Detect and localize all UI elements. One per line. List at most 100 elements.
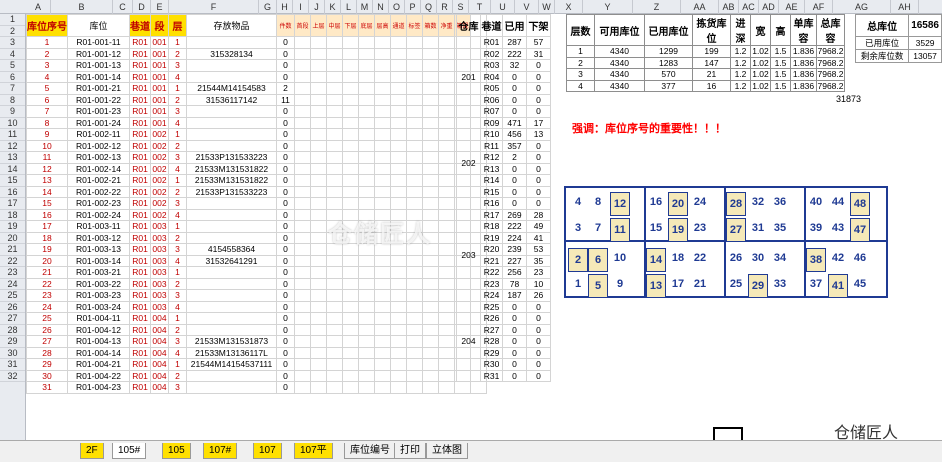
slot-item-cell[interactable]: [186, 266, 277, 279]
row-header[interactable]: 8: [0, 95, 25, 106]
slot-flag-cell[interactable]: [438, 174, 455, 187]
slot-flag-cell[interactable]: [438, 312, 455, 325]
slot-flag-cell[interactable]: [310, 82, 327, 95]
slot-section-cell[interactable]: 003: [150, 289, 169, 302]
row-header[interactable]: 16: [0, 187, 25, 198]
lane-down-cell[interactable]: 23: [526, 266, 551, 279]
row-header[interactable]: 2: [0, 26, 25, 37]
lane-down-cell[interactable]: 0: [526, 105, 551, 118]
slot-flag-cell[interactable]: [438, 381, 455, 394]
lane-used-cell[interactable]: 239: [502, 243, 527, 256]
slot-seq-cell[interactable]: 28: [26, 346, 68, 359]
slot-flag-cell[interactable]: [374, 70, 391, 83]
slot-flag-cell[interactable]: [438, 208, 455, 221]
slot-flag-cell[interactable]: [390, 197, 407, 210]
lane-used-cell[interactable]: 78: [502, 277, 527, 290]
slot-location-cell[interactable]: R01-003-23: [67, 289, 130, 302]
slot-flag-cell[interactable]: [422, 185, 439, 198]
slot-level-cell[interactable]: 2: [168, 369, 187, 382]
slot-flag-cell[interactable]: [326, 358, 343, 371]
slot-flag-cell[interactable]: [438, 82, 455, 95]
slot-flag-cell[interactable]: [342, 162, 359, 175]
slot-flag-cell[interactable]: [342, 312, 359, 325]
slot-flag-cell[interactable]: [422, 335, 439, 348]
slot-flag-cell[interactable]: [326, 381, 343, 394]
slot-flag-cell[interactable]: [326, 162, 343, 175]
slot-flag-cell[interactable]: [342, 323, 359, 336]
warehouse-cell[interactable]: 204: [456, 300, 481, 382]
slot-flag-cell[interactable]: [438, 243, 455, 256]
slot-seq-cell[interactable]: 16: [26, 208, 68, 221]
slot-qty-cell[interactable]: 11: [276, 93, 295, 106]
slot-flag-cell[interactable]: [310, 197, 327, 210]
slot-section-cell[interactable]: 002: [150, 139, 169, 152]
lane-used-cell[interactable]: 227: [502, 254, 527, 267]
summary-cell[interactable]: 147: [692, 56, 731, 69]
slot-section-cell[interactable]: 001: [150, 82, 169, 95]
slot-lane-cell[interactable]: R01: [129, 335, 151, 348]
lane-used-cell[interactable]: 0: [502, 197, 527, 210]
slot-seq-cell[interactable]: 5: [26, 82, 68, 95]
slot-flag-cell[interactable]: [326, 323, 343, 336]
slot-seq-cell[interactable]: 9: [26, 128, 68, 141]
slot-flag-cell[interactable]: [438, 162, 455, 175]
slot-lane-cell[interactable]: R01: [129, 312, 151, 325]
row-header[interactable]: 32: [0, 371, 25, 382]
slot-flag-cell[interactable]: [390, 369, 407, 382]
slot-flag-cell[interactable]: [422, 289, 439, 302]
sheet-tab-6[interactable]: 107平: [294, 443, 333, 459]
slot-flag-cell[interactable]: [406, 300, 423, 313]
lane-down-cell[interactable]: 0: [526, 162, 551, 175]
slot-flag-cell[interactable]: [374, 82, 391, 95]
lane-id-cell[interactable]: R17: [480, 208, 503, 221]
slot-flag-cell[interactable]: [406, 323, 423, 336]
slot-flag-cell[interactable]: [406, 47, 423, 60]
slot-flag-cell[interactable]: [358, 47, 375, 60]
lane-id-cell[interactable]: R03: [480, 59, 503, 72]
slot-section-cell[interactable]: 002: [150, 185, 169, 198]
column-header-P[interactable]: P: [405, 0, 421, 14]
lane-id-cell[interactable]: R07: [480, 105, 503, 118]
slot-lane-cell[interactable]: R01: [129, 116, 151, 129]
slot-flag-cell[interactable]: [294, 162, 311, 175]
slot-flag-cell[interactable]: [390, 93, 407, 106]
slot-flag-cell[interactable]: [358, 312, 375, 325]
slot-section-cell[interactable]: 001: [150, 105, 169, 118]
slot-level-cell[interactable]: 3: [168, 243, 187, 256]
slot-flag-cell[interactable]: [422, 254, 439, 267]
slot-flag-cell[interactable]: [422, 93, 439, 106]
slot-section-cell[interactable]: 004: [150, 335, 169, 348]
slot-flag-cell[interactable]: [310, 185, 327, 198]
slot-location-cell[interactable]: R01-001-13: [67, 59, 130, 72]
slot-flag-cell[interactable]: [294, 197, 311, 210]
slot-flag-cell[interactable]: [358, 93, 375, 106]
slot-location-cell[interactable]: R01-003-14: [67, 254, 130, 267]
lane-id-cell[interactable]: R15: [480, 185, 503, 198]
slot-section-cell[interactable]: 003: [150, 254, 169, 267]
slot-qty-cell[interactable]: 0: [276, 289, 295, 302]
lane-down-cell[interactable]: 0: [526, 335, 551, 348]
slot-flag-cell[interactable]: [326, 346, 343, 359]
slot-lane-cell[interactable]: R01: [129, 93, 151, 106]
slot-flag-cell[interactable]: [310, 128, 327, 141]
slot-lane-cell[interactable]: R01: [129, 266, 151, 279]
slot-flag-cell[interactable]: [406, 277, 423, 290]
slot-flag-cell[interactable]: [406, 346, 423, 359]
summary-cell[interactable]: 1.02: [750, 56, 771, 69]
column-header-AC[interactable]: AC: [739, 0, 759, 14]
lane-used-cell[interactable]: 0: [502, 93, 527, 106]
lane-down-cell[interactable]: 41: [526, 231, 551, 244]
slot-level-cell[interactable]: 4: [168, 254, 187, 267]
slot-flag-cell[interactable]: [358, 162, 375, 175]
slot-flag-cell[interactable]: [406, 185, 423, 198]
row-header[interactable]: 22: [0, 256, 25, 267]
slot-flag-cell[interactable]: [406, 59, 423, 72]
row-header[interactable]: 11: [0, 129, 25, 141]
slot-flag-cell[interactable]: [422, 346, 439, 359]
lane-down-cell[interactable]: 17: [526, 116, 551, 129]
slot-flag-cell[interactable]: [438, 36, 455, 49]
slot-flag-cell[interactable]: [374, 254, 391, 267]
column-header-C[interactable]: C: [113, 0, 133, 14]
lane-id-cell[interactable]: R05: [480, 82, 503, 95]
slot-item-cell[interactable]: [186, 323, 277, 336]
